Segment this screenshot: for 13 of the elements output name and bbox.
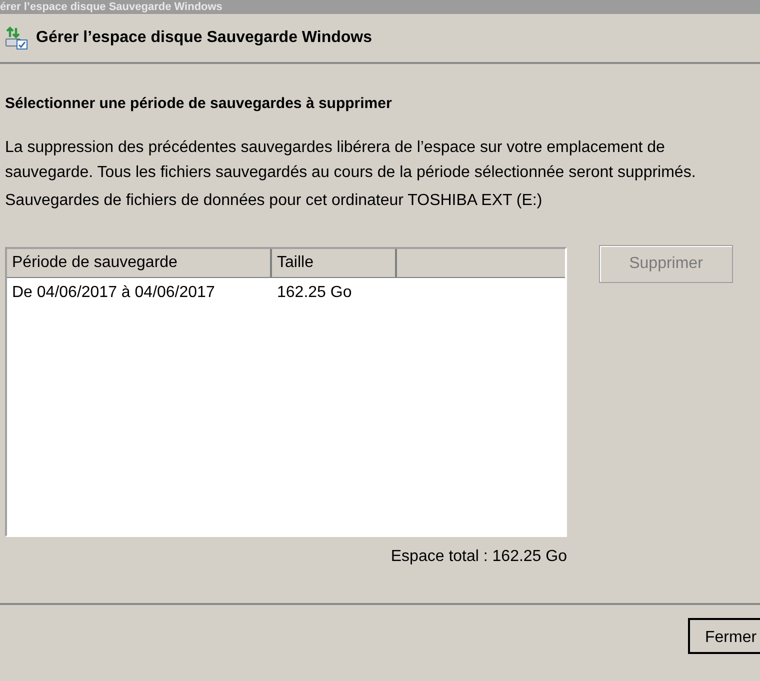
description-text: La suppression des précédentes sauvegardes libérera de l’espace sur votre emplacement de sauvegarde. Tous les fichiers sauvegardés au cours de la période sélectionnée seront supprimés. [5,138,697,183]
table-cell-text: 162.25 Go [276,283,353,303]
table-cell-text: De 04/06/2017 à 04/06/2017 [11,283,216,303]
backup-drive-icon [4,26,28,50]
close-button[interactable]: Fermer [688,618,760,654]
source-text: Sauvegardes de fichiers de données pour cet ordinateur TOSHIBA EXT (E:) [5,191,544,211]
table-row[interactable]: De 04/06/2017 à 04/06/2017 162.25 Go [7,278,565,308]
column-header[interactable]: Période de sauvegarde [7,249,272,277]
window-title: érer l’espace disque Sauvegarde Windows [0,1,222,14]
column-header[interactable]: Taille [272,249,397,277]
header-title: Gérer l’espace disque Sauvegarde Windows [36,28,372,48]
total-space-text: Espace total : 162.25 Go [390,547,567,567]
section-heading: Sélectionner une période de sauvegardes à supprimer [5,94,393,114]
